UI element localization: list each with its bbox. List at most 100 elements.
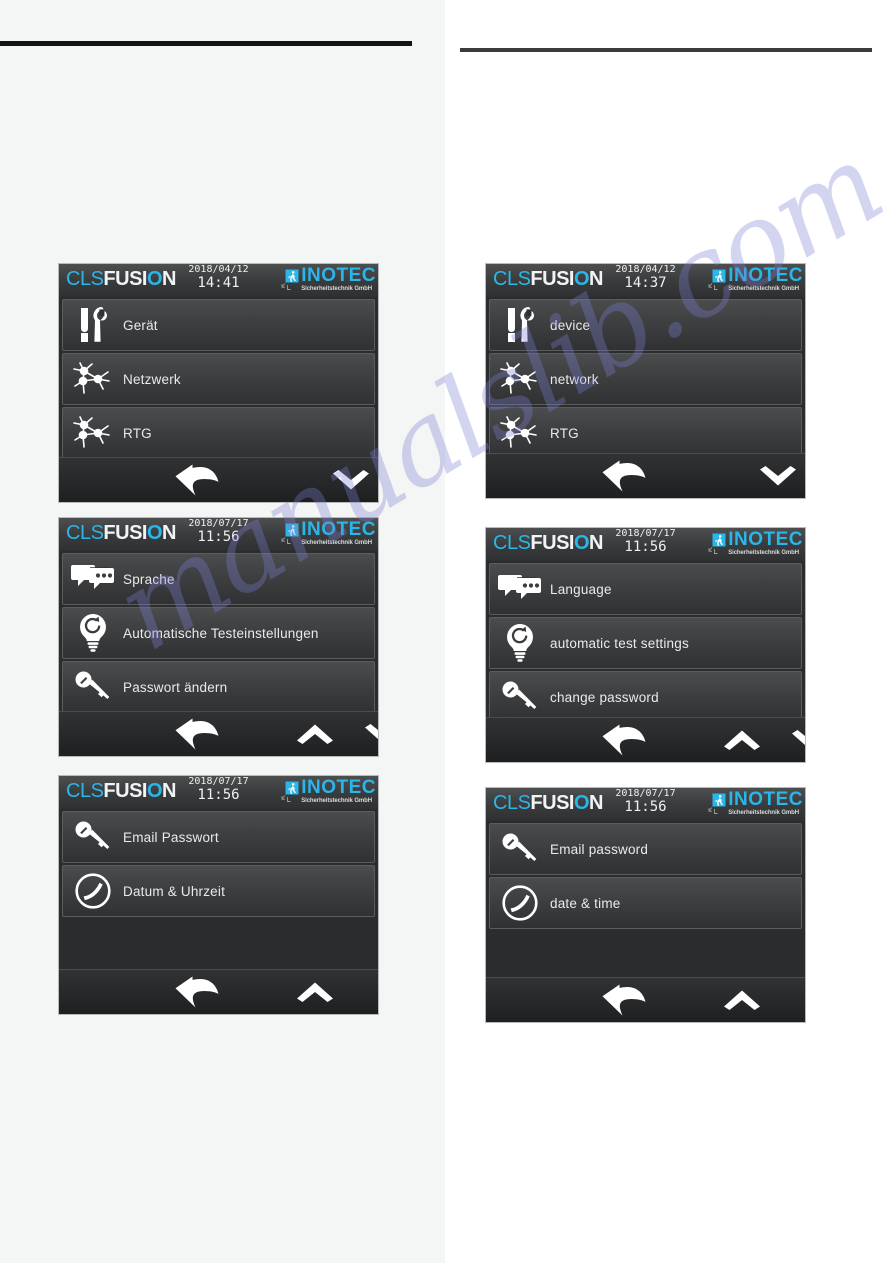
inotec-wordmark: INOTEC [301,265,376,286]
menu-row-label: network [550,371,599,387]
chevron-up-icon [723,729,761,751]
menu-row[interactable]: Email password [489,823,802,875]
brand-logo: CLSFUSION [493,268,603,290]
scroll-up-button[interactable] [291,970,339,1014]
scroll-down-button[interactable] [754,454,802,498]
inotec-tagline: Sicherheitstechnik GmbH [301,540,372,546]
brand-fusi: FUSI [530,792,574,814]
screen-header: CLSFUSION 2018/04/12 14:41 INOTEC Sicherhei… [59,264,378,297]
screen-nav-bar [486,977,805,1022]
inotec-logo: INOTEC Sicherheitstechnik GmbH [708,265,803,293]
menu-list: Email Passwort Datum & Uhrzeit [59,809,378,971]
back-button[interactable] [169,970,225,1014]
brand-cls: CLS [493,532,531,554]
back-arrow-icon [174,463,220,497]
brand-o: O [146,268,163,290]
header-time: 14:41 [197,274,240,291]
clock-icon [63,868,123,914]
inotec-tagline: Sicherheitstechnik GmbH [728,550,799,556]
back-arrow-icon [601,983,647,1017]
brand-cls: CLS [66,268,104,290]
inotec-logo: INOTEC Sicherheitstechnik GmbH [281,777,376,805]
menu-row[interactable]: Netzwerk [62,353,375,405]
back-button[interactable] [596,978,652,1022]
menu-row-label: Datum & Uhrzeit [123,883,226,899]
back-button[interactable] [596,454,652,498]
scroll-up-button[interactable] [718,978,766,1022]
exit-running-man-icon [281,781,299,803]
scroll-up-button[interactable] [291,712,339,756]
header-time: 14:37 [624,274,667,291]
key-icon [63,664,123,710]
header-rule-left [0,41,412,46]
menu-row[interactable]: network [489,353,802,405]
inotec-tagline: Sicherheitstechnik GmbH [728,810,799,816]
menu-row-label: Language [550,581,612,597]
scroll-down-button[interactable] [359,712,378,756]
screen-header: CLSFUSION 2018/07/17 11:56 INOTEC Sicherhei… [486,528,805,561]
inotec-tagline: Sicherheitstechnik GmbH [301,286,372,292]
key-icon [63,814,123,860]
header-date: 2018/07/17 [188,518,249,529]
screen-header: CLSFUSION 2018/07/17 11:56 INOTEC Sicherhei… [59,776,378,809]
header-clock: 2018/07/17 11:56 [188,518,249,544]
header-date: 2018/07/17 [615,528,676,539]
menu-row-empty [489,931,802,983]
brand-cls: CLS [66,522,104,544]
menu-row[interactable]: device [489,299,802,351]
inotec-wordmark: INOTEC [301,777,376,798]
chevron-up-icon [723,989,761,1011]
menu-row[interactable]: Language [489,563,802,615]
scroll-down-button[interactable] [786,718,805,762]
back-arrow-icon [174,717,220,751]
header-date: 2018/07/17 [615,788,676,799]
brand-o: O [573,792,590,814]
menu-row[interactable]: Sprache [62,553,375,605]
menu-row[interactable]: RTG [62,407,375,459]
clock-icon [490,880,550,926]
exit-running-man-icon [708,533,726,555]
brand-o: O [146,780,163,802]
menu-row[interactable]: date & time [489,877,802,929]
scroll-down-button[interactable] [327,458,375,502]
menu-list: Language automatic test settings change … [486,561,805,723]
menu-row-label: Email Passwort [123,829,219,845]
network-icon [63,356,123,402]
inotec-wordmark: INOTEC [301,519,376,540]
brand-fusi: FUSI [530,268,574,290]
menu-row[interactable]: change password [489,671,802,723]
menu-row[interactable]: Email Passwort [62,811,375,863]
menu-row[interactable]: Passwort ändern [62,661,375,713]
menu-row-label: Sprache [123,571,175,587]
screen-nav-bar [486,453,805,498]
chevron-down-icon [332,469,370,491]
exit-running-man-icon [281,523,299,545]
menu-row-empty [62,919,375,971]
menu-row[interactable]: RTG [489,407,802,459]
speech-bubbles-icon [490,566,550,612]
screen-nav-bar [59,711,378,756]
menu-row[interactable]: Datum & Uhrzeit [62,865,375,917]
screen-header: CLSFUSION 2018/04/12 14:37 INOTEC Sicherhei… [486,264,805,297]
menu-list: Sprache Automatische Testeinstellungen P… [59,551,378,713]
brand-cls: CLS [66,780,104,802]
screen-nav-bar [59,969,378,1014]
menu-row[interactable]: Automatische Testeinstellungen [62,607,375,659]
brand-n: N [162,522,176,544]
tools-icon [490,302,550,348]
brand-o: O [573,268,590,290]
back-button[interactable] [169,458,225,502]
exit-running-man-icon [281,269,299,291]
brand-o: O [146,522,163,544]
tools-icon [63,302,123,348]
back-button[interactable] [596,718,652,762]
network-icon [63,410,123,456]
header-clock: 2018/07/17 11:56 [188,776,248,802]
back-button[interactable] [169,712,225,756]
menu-row[interactable]: Gerät [62,299,375,351]
inotec-tagline: Sicherheitstechnik GmbH [301,798,372,804]
scroll-up-button[interactable] [718,718,766,762]
inotec-tagline: Sicherheitstechnik GmbH [728,286,799,292]
menu-row[interactable]: automatic test settings [489,617,802,669]
menu-list: Email password date & time [486,821,805,983]
